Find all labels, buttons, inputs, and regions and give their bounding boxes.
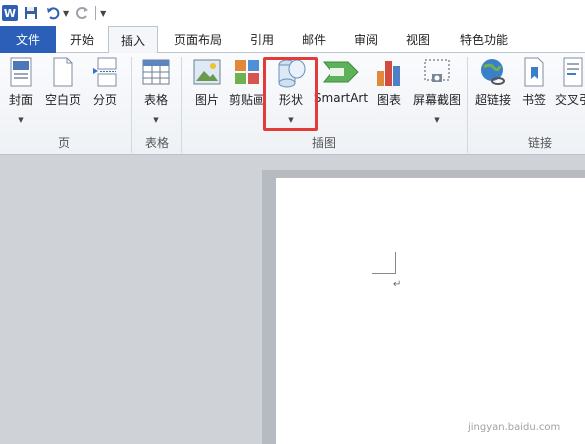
picture-button[interactable]: 图片 — [192, 55, 222, 108]
cross-reference-icon — [558, 55, 585, 89]
clip-art-button[interactable]: 剪贴画 — [229, 55, 266, 108]
tab-references[interactable]: 引用 — [240, 26, 284, 53]
quick-access-toolbar: W ▼ ▼ — [0, 0, 585, 26]
paragraph-mark: ↵ — [393, 279, 402, 290]
redo-icon — [76, 7, 89, 19]
tab-special-features[interactable]: 特色功能 — [452, 26, 516, 53]
redo-button[interactable] — [73, 4, 91, 22]
smartart-label: SmartArt — [313, 91, 369, 105]
group-label-links: 链接 — [528, 136, 553, 150]
undo-icon — [47, 7, 60, 20]
toolbar-divider — [95, 6, 97, 20]
ribbon-tabs: 文件 开始 插入 页面布局 引用 邮件 审阅 视图 特色功能 — [0, 26, 585, 54]
blank-page-icon — [48, 55, 78, 89]
bookmark-button[interactable]: 书签 — [520, 55, 548, 108]
bookmark-icon — [519, 55, 549, 89]
picture-icon — [192, 55, 222, 89]
hyperlink-label: 超链接 — [474, 93, 511, 107]
cover-page-label: 封面 — [8, 93, 33, 107]
tab-home[interactable]: 开始 — [60, 26, 104, 53]
chevron-down-icon: ▼ — [434, 116, 440, 124]
cross-reference-button[interactable]: 交叉引 — [555, 55, 585, 108]
baidu-watermark-url: jingyan.baidu.com — [468, 422, 561, 433]
cover-page-button[interactable]: 封面 ▼ — [6, 55, 36, 124]
undo-button[interactable] — [44, 4, 62, 22]
chart-button[interactable]: 图表 — [374, 55, 404, 108]
page-break-icon — [90, 55, 120, 89]
hyperlink-button[interactable]: 超链接 — [474, 55, 512, 108]
save-icon — [25, 7, 37, 19]
chevron-down-icon: ▼ — [18, 116, 24, 124]
smartart-button[interactable]: SmartArt — [314, 55, 368, 105]
blank-page-button[interactable]: 空白页 — [44, 55, 82, 108]
blank-page-label: 空白页 — [44, 93, 81, 107]
table-button[interactable]: 表格 ▼ — [140, 55, 172, 124]
picture-label: 图片 — [194, 93, 219, 107]
customize-toolbar-icon[interactable]: ▼ — [100, 9, 106, 18]
group-label-illustrations: 插图 — [312, 136, 337, 150]
group-divider — [181, 57, 182, 153]
page-break-button[interactable]: 分页 — [90, 55, 120, 108]
save-button[interactable] — [22, 4, 40, 22]
clip-art-icon — [232, 55, 262, 89]
group-divider — [467, 57, 468, 153]
chart-icon — [374, 55, 404, 89]
shapes-highlight-box — [263, 57, 318, 131]
tab-insert[interactable]: 插入 — [108, 26, 158, 54]
screenshot-label: 屏幕截图 — [412, 93, 461, 107]
group-label-tables: 表格 — [145, 136, 170, 150]
word-logo-icon: W — [2, 5, 18, 21]
cross-reference-label: 交叉引 — [555, 93, 585, 107]
smartart-icon — [321, 55, 361, 89]
tab-mailings[interactable]: 邮件 — [292, 26, 336, 53]
tab-page-layout[interactable]: 页面布局 — [166, 26, 230, 53]
group-divider — [131, 57, 132, 153]
chevron-down-icon: ▼ — [153, 116, 159, 124]
group-label-pages: 页 — [58, 136, 71, 150]
clip-art-label: 剪贴画 — [229, 93, 266, 107]
table-label: 表格 — [143, 93, 168, 107]
hyperlink-icon — [478, 55, 508, 89]
tab-file[interactable]: 文件 — [0, 26, 56, 53]
screenshot-button[interactable]: 屏幕截图 ▼ — [411, 55, 463, 124]
baidu-watermark: Baidu 经验 — [447, 394, 566, 444]
margin-corner-mark — [372, 252, 396, 274]
cover-page-icon — [6, 55, 36, 89]
page-break-label: 分页 — [92, 93, 117, 107]
tab-view[interactable]: 视图 — [396, 26, 440, 53]
tab-review[interactable]: 审阅 — [344, 26, 388, 53]
table-icon — [141, 55, 171, 89]
bookmark-label: 书签 — [521, 93, 546, 107]
undo-dropdown-icon[interactable]: ▼ — [63, 9, 69, 18]
chart-label: 图表 — [376, 93, 401, 107]
screenshot-icon — [422, 55, 452, 89]
